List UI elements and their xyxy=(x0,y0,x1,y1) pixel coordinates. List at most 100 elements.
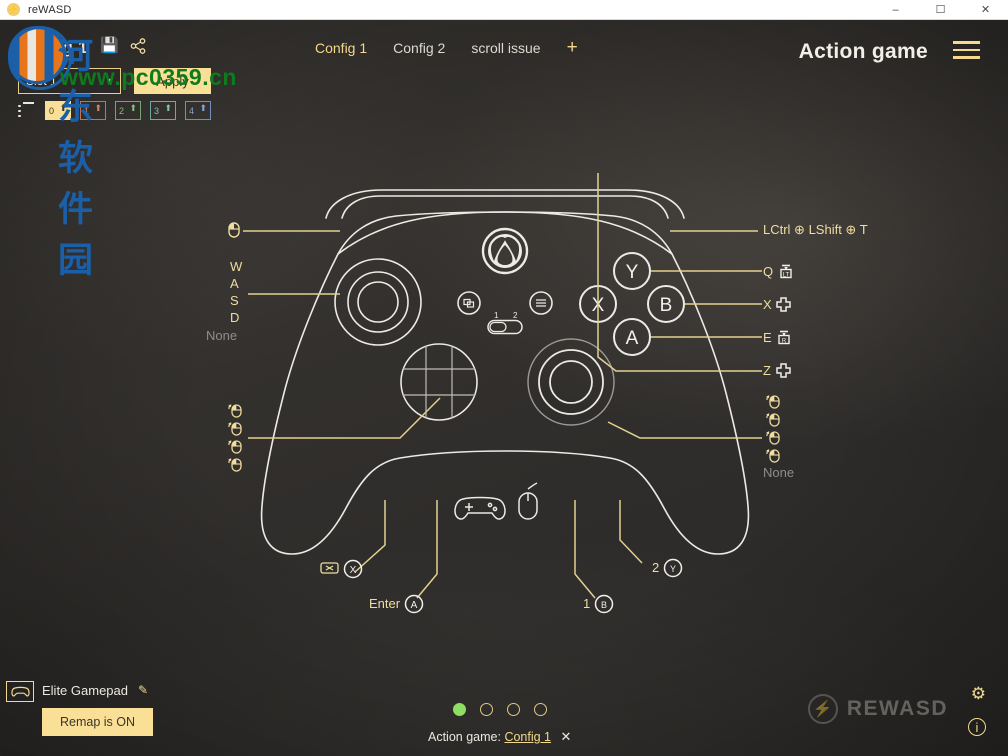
pencil-icon[interactable]: ✎ xyxy=(138,683,148,697)
svg-text:Y: Y xyxy=(626,262,639,283)
face-button-y: Y xyxy=(613,252,651,290)
bolt-icon: ⚡ xyxy=(807,694,838,724)
label-dpad-up[interactable] xyxy=(228,403,242,421)
label-button-b[interactable]: X xyxy=(763,296,793,312)
label-stick-down[interactable]: S xyxy=(230,293,239,308)
label-button-y-text: Q xyxy=(763,264,774,279)
slot-dot-1[interactable] xyxy=(453,703,466,716)
label-rstick-up[interactable] xyxy=(766,394,780,412)
apply-button[interactable]: Apply xyxy=(134,68,211,94)
shift-layer-toolbar: 0 ⬆ 1 ⬆ 2 ⬆ 3 ⬆ 4 ⬆ xyxy=(18,101,211,120)
label-stick-left[interactable]: A xyxy=(230,276,239,291)
svg-text:A: A xyxy=(626,328,639,349)
mouse-move-icon xyxy=(766,413,780,427)
label-button-a[interactable]: E R xyxy=(763,329,793,345)
hamburger-icon[interactable] xyxy=(953,41,980,61)
layer-button-3-label: 3 xyxy=(154,105,160,116)
label-right-trigger-combo[interactable]: LCtrl ⊕ LShift ⊕ T xyxy=(763,222,868,238)
face-button-x: X xyxy=(579,285,617,323)
layer-arrow-icon: ⬆ xyxy=(94,103,102,113)
button-x-badge: X xyxy=(343,559,362,579)
svg-text:X: X xyxy=(592,295,605,316)
label-stick-up[interactable]: W xyxy=(230,259,242,274)
label-stick-none: None xyxy=(206,328,238,343)
face-button-a: A xyxy=(613,318,651,356)
label-button-x[interactable]: Z xyxy=(763,362,793,378)
bumper-icon xyxy=(775,363,791,378)
svg-text:R: R xyxy=(782,339,787,345)
brand-text: REWASD xyxy=(846,697,948,720)
svg-text:X: X xyxy=(349,565,356,576)
remap-toggle-button[interactable]: Remap is ON xyxy=(42,708,153,736)
delete-key-icon xyxy=(320,562,339,574)
dpad xyxy=(400,343,478,421)
slot-select[interactable]: Slot 1 ▾ xyxy=(18,68,121,94)
label-button-y[interactable]: Q LT xyxy=(763,263,795,279)
layer-button-0[interactable]: 0 ⬆ xyxy=(45,101,71,120)
window-title: reWASD xyxy=(28,3,72,16)
label-map-b-text: 1 xyxy=(583,596,591,611)
svg-text:2: 2 xyxy=(513,311,518,320)
label-button-x-text: Z xyxy=(763,363,771,378)
slot-dot-3[interactable] xyxy=(507,703,520,716)
maximize-button[interactable]: ☐ xyxy=(918,0,963,20)
bumper-icon xyxy=(776,297,792,312)
layer-button-2[interactable]: 2 ⬆ xyxy=(115,101,141,120)
button-a-badge: A xyxy=(404,594,423,614)
tab-scroll-issue[interactable]: scroll issue xyxy=(471,40,540,56)
slot-dot-2[interactable] xyxy=(480,703,493,716)
title-bar: ⚡ reWASD – ☐ ✕ xyxy=(0,0,1008,20)
save-icon[interactable]: 💾 xyxy=(100,38,119,53)
add-tab-button[interactable]: + xyxy=(567,38,578,57)
info-icon[interactable]: i xyxy=(968,718,986,736)
label-map-x[interactable]: X xyxy=(320,559,363,579)
label-dpad-left[interactable] xyxy=(228,421,242,439)
layer-button-3[interactable]: 3 ⬆ xyxy=(150,101,176,120)
app-icon: ⚡ xyxy=(6,3,20,16)
config-heading-label: Config xyxy=(18,38,74,57)
label-dpad-right[interactable] xyxy=(228,457,242,475)
label-map-a[interactable]: Enter A xyxy=(369,594,424,614)
label-rstick-none: None xyxy=(763,465,795,480)
label-rstick-down[interactable] xyxy=(766,430,780,448)
svg-text:B: B xyxy=(660,295,673,316)
mouse-move-icon xyxy=(228,422,242,436)
status-config-link[interactable]: Config 1 xyxy=(504,730,551,744)
tab-config-2[interactable]: Config 2 xyxy=(393,40,445,56)
status-close-icon[interactable]: ✕ xyxy=(561,729,572,744)
share-icon[interactable] xyxy=(130,38,146,57)
label-map-y[interactable]: 2 Y xyxy=(652,558,683,578)
close-button[interactable]: ✕ xyxy=(963,0,1008,20)
mouse-move-icon xyxy=(228,440,242,454)
xbox-guide-button xyxy=(481,227,529,275)
gear-icon[interactable]: ⚙ xyxy=(971,684,986,704)
mouse-move-icon xyxy=(766,431,780,445)
label-stick-right[interactable]: D xyxy=(230,310,239,325)
tab-config-1[interactable]: Config 1 xyxy=(315,40,367,56)
config-heading: Config 1 xyxy=(18,38,88,58)
layer-button-4[interactable]: 4 ⬆ xyxy=(185,101,211,120)
layer-button-0-label: 0 xyxy=(49,105,55,116)
label-left-bumper[interactable] xyxy=(228,222,240,241)
rewasd-window: ⚡ reWASD – ☐ ✕ Y B A X 1 2 W A S D None … xyxy=(0,0,1008,756)
layer-arrow-icon: ⬆ xyxy=(129,103,137,113)
svg-text:A: A xyxy=(410,600,417,611)
label-rstick-left[interactable] xyxy=(766,412,780,430)
label-dpad-down[interactable] xyxy=(228,439,242,457)
label-map-a-text: Enter xyxy=(369,596,401,611)
slot-indicator-dots xyxy=(453,703,547,716)
label-map-b[interactable]: 1 B xyxy=(583,594,614,614)
minimize-button[interactable]: – xyxy=(873,0,918,20)
mouse-icon xyxy=(518,482,538,520)
svg-text:B: B xyxy=(601,600,607,610)
slot-dot-4[interactable] xyxy=(534,703,547,716)
layer-list-icon[interactable] xyxy=(18,101,36,120)
menu-button xyxy=(529,291,553,315)
mouse-move-icon xyxy=(766,449,780,463)
right-trigger-icon: R xyxy=(778,330,790,345)
label-rstick-right[interactable] xyxy=(766,448,780,466)
gamepad-icon xyxy=(454,496,506,520)
page-title: Action game xyxy=(798,40,928,63)
label-map-y-text: 2 xyxy=(652,560,660,575)
layer-button-1[interactable]: 1 ⬆ xyxy=(80,101,106,120)
